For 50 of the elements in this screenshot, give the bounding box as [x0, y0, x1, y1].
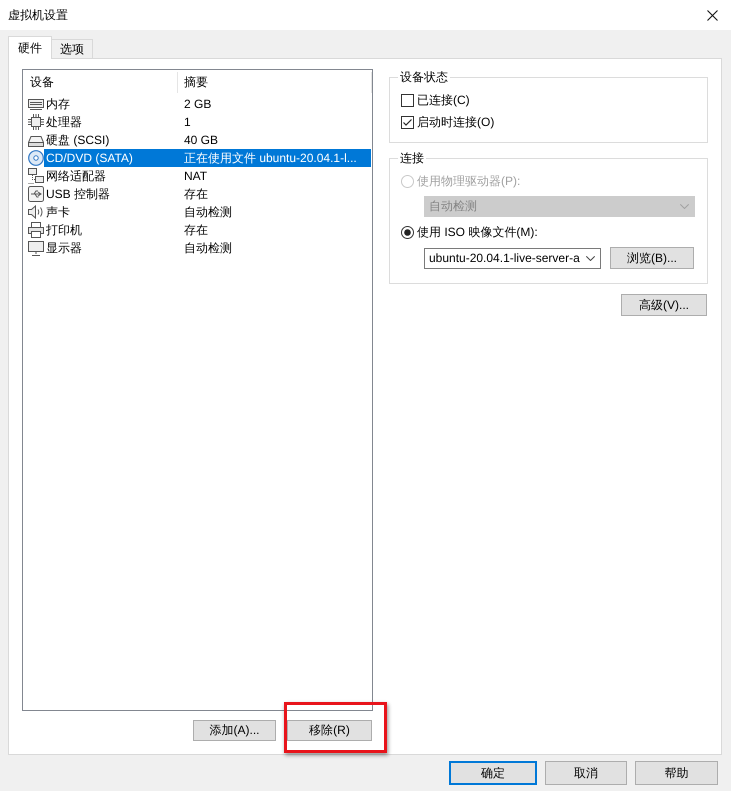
checkbox-label[interactable]: 启动时连接(O) [417, 114, 494, 130]
dialog-button[interactable]: 取消 [545, 761, 627, 785]
device-summary: 2 GB [183, 96, 212, 113]
window-title: 虚拟机设置 [8, 6, 68, 24]
device-summary: 自动检测 [183, 240, 233, 257]
device-name[interactable]: 网络适配器 [44, 167, 177, 185]
caret-icon [680, 204, 689, 209]
device-summary: NAT [183, 168, 208, 185]
list-button[interactable]: 添加(A)... [193, 720, 276, 741]
radio-button[interactable] [401, 226, 414, 238]
device-summary: 存在 [183, 186, 209, 203]
tab[interactable]: 选项 [51, 39, 93, 58]
device-name[interactable]: 声卡 [44, 203, 177, 221]
device-name[interactable]: USB 控制器 [44, 185, 177, 203]
device-summary: 1 [183, 114, 192, 131]
tab[interactable]: 硬件 [8, 36, 52, 59]
device-name[interactable]: CD/DVD (SATA) [44, 149, 177, 167]
usb-icon [28, 186, 44, 202]
group-title: 设备状态 [399, 69, 449, 85]
checkbox[interactable] [401, 116, 414, 128]
disc-icon [28, 150, 44, 166]
device-summary: 存在 [183, 222, 209, 239]
device-summary: 自动检测 [183, 204, 233, 221]
device-name[interactable]: 打印机 [44, 221, 177, 239]
column-header[interactable]: 摘要 [178, 72, 372, 93]
dropdown[interactable]: ubuntu-20.04.1-live-server-a [424, 248, 601, 268]
printer-icon [28, 222, 44, 238]
dialog-button[interactable]: 确定 [449, 761, 537, 785]
checkbox-label[interactable]: 已连接(C) [417, 92, 470, 108]
chip-icon [28, 114, 44, 130]
dialog-button[interactable]: 帮助 [635, 761, 718, 785]
checkbox[interactable] [401, 94, 414, 106]
device-name[interactable]: 硬盘 (SCSI) [44, 131, 177, 149]
device-name[interactable]: 处理器 [44, 113, 177, 131]
device-summary: 40 GB [183, 132, 220, 149]
device-name[interactable]: 显示器 [44, 239, 177, 257]
radio-label[interactable]: 使用 ISO 映像文件(M): [417, 224, 538, 240]
memory-icon [28, 96, 44, 112]
browse-button[interactable]: 浏览(B)... [610, 247, 694, 269]
monitor-icon [28, 240, 44, 256]
speaker-icon [28, 204, 44, 220]
close-icon [706, 10, 718, 20]
group-title: 连接 [399, 150, 425, 166]
list-button[interactable]: 移除(R) [287, 720, 372, 741]
column-header[interactable]: 设备 [23, 72, 178, 93]
network-icon [28, 168, 44, 184]
device-name[interactable]: 内存 [44, 95, 177, 113]
device-summary: 正在使用文件 ubuntu-20.04.1-l... [177, 149, 371, 167]
caret-icon [586, 256, 595, 260]
advanced-button[interactable]: 高级(V)... [621, 294, 707, 316]
